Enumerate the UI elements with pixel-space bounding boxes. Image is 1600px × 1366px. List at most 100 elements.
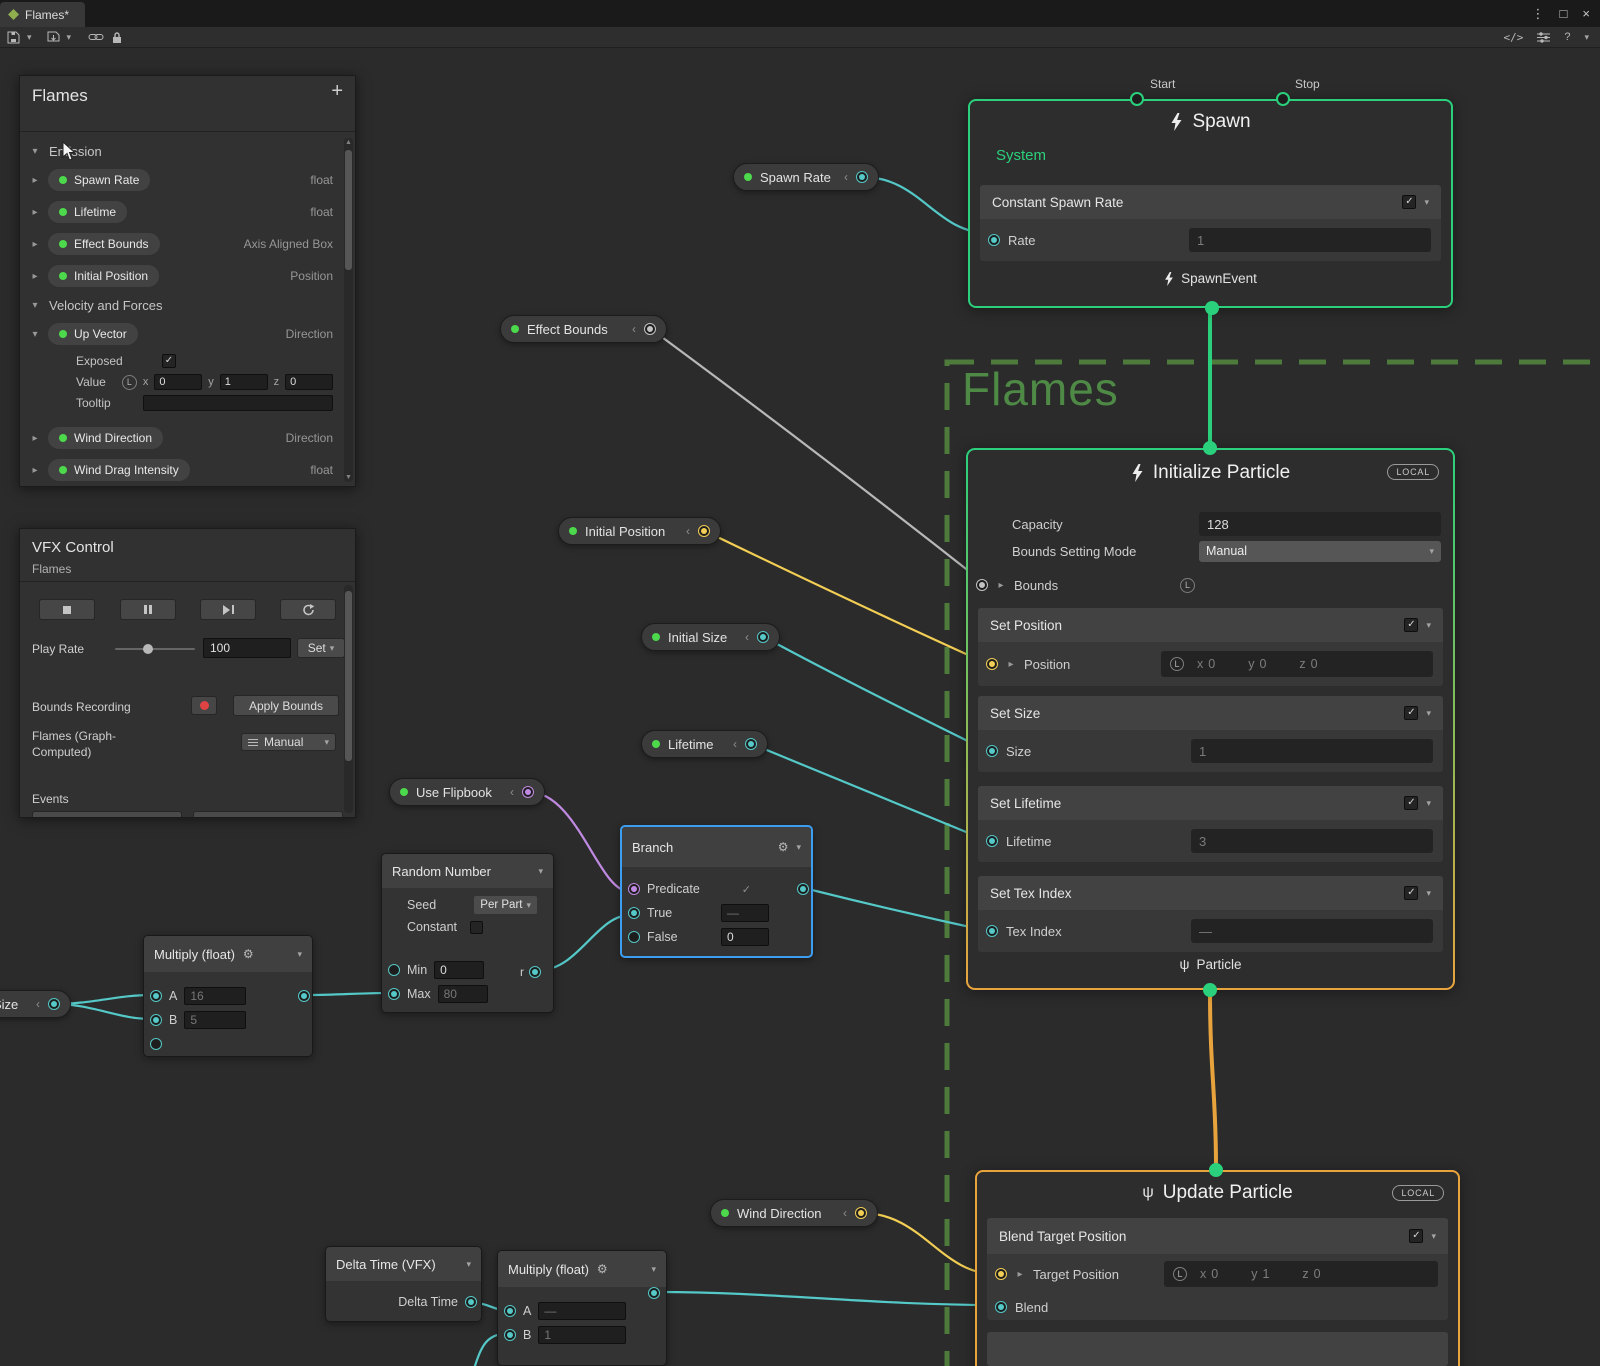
menu-icon[interactable]: ⋮: [1532, 6, 1545, 22]
branch-node[interactable]: Branch ⚙ ▾ Predicate ✓ True — False 0: [620, 825, 813, 958]
settings-sliders-icon[interactable]: [1537, 32, 1550, 43]
block-enabled-checkbox[interactable]: ✓: [1404, 706, 1418, 720]
port-lifetime-output[interactable]: [745, 738, 757, 750]
port-stop-input[interactable]: [1276, 92, 1290, 106]
block-enabled-checkbox[interactable]: ✓: [1404, 886, 1418, 900]
apply-bounds-button[interactable]: Apply Bounds: [233, 695, 339, 716]
block-header[interactable]: Set Position ✓ ▾: [978, 608, 1443, 642]
b-field[interactable]: 1: [538, 1326, 626, 1344]
port-max-input[interactable]: [388, 988, 400, 1000]
blackboard-item-effect-bounds[interactable]: ▸ Effect Bounds Axis Aligned Box: [30, 232, 333, 256]
chevron-right-icon[interactable]: ▸: [30, 175, 40, 186]
chevron-down-icon[interactable]: ▾: [651, 1264, 656, 1275]
false-field[interactable]: 0: [721, 928, 769, 946]
exposed-checkbox[interactable]: ✓: [162, 354, 176, 368]
block-enabled-checkbox[interactable]: ✓: [1404, 618, 1418, 632]
node-header[interactable]: Branch ⚙ ▾: [622, 827, 811, 867]
multiply-float-node-2[interactable]: Multiply (float) ⚙ ▾ A — B 1: [497, 1250, 667, 1366]
y-field[interactable]: 1: [220, 374, 268, 390]
chevron-right-icon[interactable]: ▸: [996, 580, 1006, 591]
chevron-down-icon[interactable]: ▾: [1426, 620, 1431, 631]
chevron-down-icon[interactable]: ▾: [1426, 798, 1431, 809]
block-header[interactable]: Set Tex Index ✓ ▾: [978, 876, 1443, 910]
port-bounds-input[interactable]: [976, 579, 988, 591]
block-enabled-checkbox[interactable]: ✓: [1409, 1229, 1423, 1243]
port-multiply1-output[interactable]: [298, 990, 310, 1002]
port-blend-input[interactable]: [995, 1301, 1007, 1313]
onstop-button[interactable]: OnStop: [193, 811, 343, 818]
collapse-icon[interactable]: ‹: [632, 322, 636, 336]
port-target-position-input[interactable]: [995, 1268, 1007, 1280]
port-start-input[interactable]: [1130, 92, 1144, 106]
chevron-right-icon[interactable]: ▸: [30, 433, 40, 444]
param-node-spawn-rate[interactable]: Spawn Rate ‹: [733, 163, 879, 191]
save-icon[interactable]: [7, 31, 20, 44]
edge-initial-size-to-size[interactable]: [764, 637, 988, 751]
port-rate-input[interactable]: [988, 234, 1000, 246]
multiply-float-node-1[interactable]: Multiply (float) ⚙ ▾ A 16 B 5: [143, 935, 313, 1057]
gear-icon[interactable]: ⚙: [778, 840, 789, 854]
port-size-input[interactable]: [986, 745, 998, 757]
play-rate-field[interactable]: 100: [203, 638, 291, 658]
blackboard-item-wind-direction[interactable]: ▸ Wind Direction Direction: [30, 426, 333, 450]
chevron-down-icon[interactable]: ▾: [297, 949, 302, 960]
collapse-icon[interactable]: ‹: [686, 524, 690, 538]
record-button[interactable]: [191, 696, 217, 715]
param-node-lifetime[interactable]: Lifetime ‹: [641, 730, 768, 758]
update-node-title[interactable]: ψ Update Particle: [977, 1182, 1458, 1204]
gear-icon[interactable]: ⚙: [597, 1262, 608, 1276]
tab-flames[interactable]: Flames*: [0, 2, 85, 27]
rate-field[interactable]: 1: [1189, 228, 1431, 252]
port-multiply2-output[interactable]: [648, 1287, 660, 1299]
port-initial-position-output[interactable]: [698, 525, 710, 537]
port-position-input[interactable]: [986, 658, 998, 670]
toolbar-dropdown-icon[interactable]: ▾: [1584, 32, 1589, 43]
space-toggle-local[interactable]: L: [1180, 578, 1195, 593]
step-button[interactable]: [200, 599, 256, 620]
port-b-input[interactable]: [150, 1014, 162, 1026]
node-header[interactable]: Multiply (float) ⚙ ▾: [144, 936, 312, 972]
chevron-down-icon[interactable]: ▾: [1424, 197, 1429, 208]
collapse-icon[interactable]: ‹: [510, 785, 514, 799]
a-field[interactable]: 16: [184, 987, 246, 1005]
port-false-input[interactable]: [628, 931, 640, 943]
save-as-dropdown-icon[interactable]: ▾: [67, 32, 72, 43]
edge-initialize-to-update[interactable]: [1210, 992, 1216, 1166]
param-node-use-flipbook[interactable]: Use Flipbook ‹: [389, 778, 545, 806]
slider-thumb[interactable]: [143, 644, 153, 654]
port-b-input[interactable]: [504, 1329, 516, 1341]
position-xyz-field[interactable]: L x0 y0 z0: [1161, 651, 1433, 677]
chevron-down-icon[interactable]: ▾: [30, 300, 40, 311]
port-initial-size-output[interactable]: [757, 631, 769, 643]
max-field[interactable]: 80: [438, 985, 488, 1003]
chevron-right-icon[interactable]: ▸: [30, 239, 40, 250]
blackboard-item-initial-position[interactable]: ▸ Initial Position Position: [30, 264, 333, 288]
port-initial-size-b-output[interactable]: [48, 998, 60, 1010]
collapse-icon[interactable]: ‹: [745, 630, 749, 644]
collapse-icon[interactable]: ‹: [844, 170, 848, 184]
set-tex-index-block[interactable]: Set Tex Index ✓ ▾ Tex Index —: [978, 876, 1443, 952]
chevron-right-icon[interactable]: ▸: [1006, 659, 1016, 670]
block-header[interactable]: [987, 1332, 1448, 1366]
target-xyz-field[interactable]: L x0 y1 z0: [1164, 1261, 1438, 1287]
block-header[interactable]: Constant Spawn Rate ✓ ▾: [980, 185, 1441, 219]
chevron-right-icon[interactable]: ▸: [1015, 1269, 1025, 1280]
true-field[interactable]: —: [721, 904, 769, 922]
edge-branch-to-tex-index[interactable]: [808, 889, 988, 931]
port-spawn-rate-output[interactable]: [856, 171, 868, 183]
min-field[interactable]: 0: [434, 961, 484, 979]
lifetime-field[interactable]: 3: [1191, 829, 1433, 853]
spawn-node-title[interactable]: Spawn: [970, 111, 1451, 133]
maximize-icon[interactable]: □: [1560, 6, 1568, 21]
block-header[interactable]: Blend Target Position ✓ ▾: [987, 1218, 1448, 1254]
collapse-icon[interactable]: ‹: [843, 1206, 847, 1220]
port-min-input[interactable]: [388, 964, 400, 976]
param-node-initial-size[interactable]: Initial Size ‹: [641, 623, 780, 651]
vfx-control-panel[interactable]: VFX Control Flames Play Rate 100 Set▾ Bo…: [19, 528, 356, 818]
chevron-down-icon[interactable]: ▾: [1431, 1231, 1436, 1242]
close-icon[interactable]: ×: [1582, 6, 1590, 21]
code-view-icon[interactable]: </>: [1503, 31, 1523, 44]
chevron-down-icon[interactable]: ▾: [30, 329, 40, 340]
init-node-title[interactable]: Initialize Particle: [968, 462, 1453, 484]
port-init-flow-input[interactable]: [1203, 441, 1217, 455]
